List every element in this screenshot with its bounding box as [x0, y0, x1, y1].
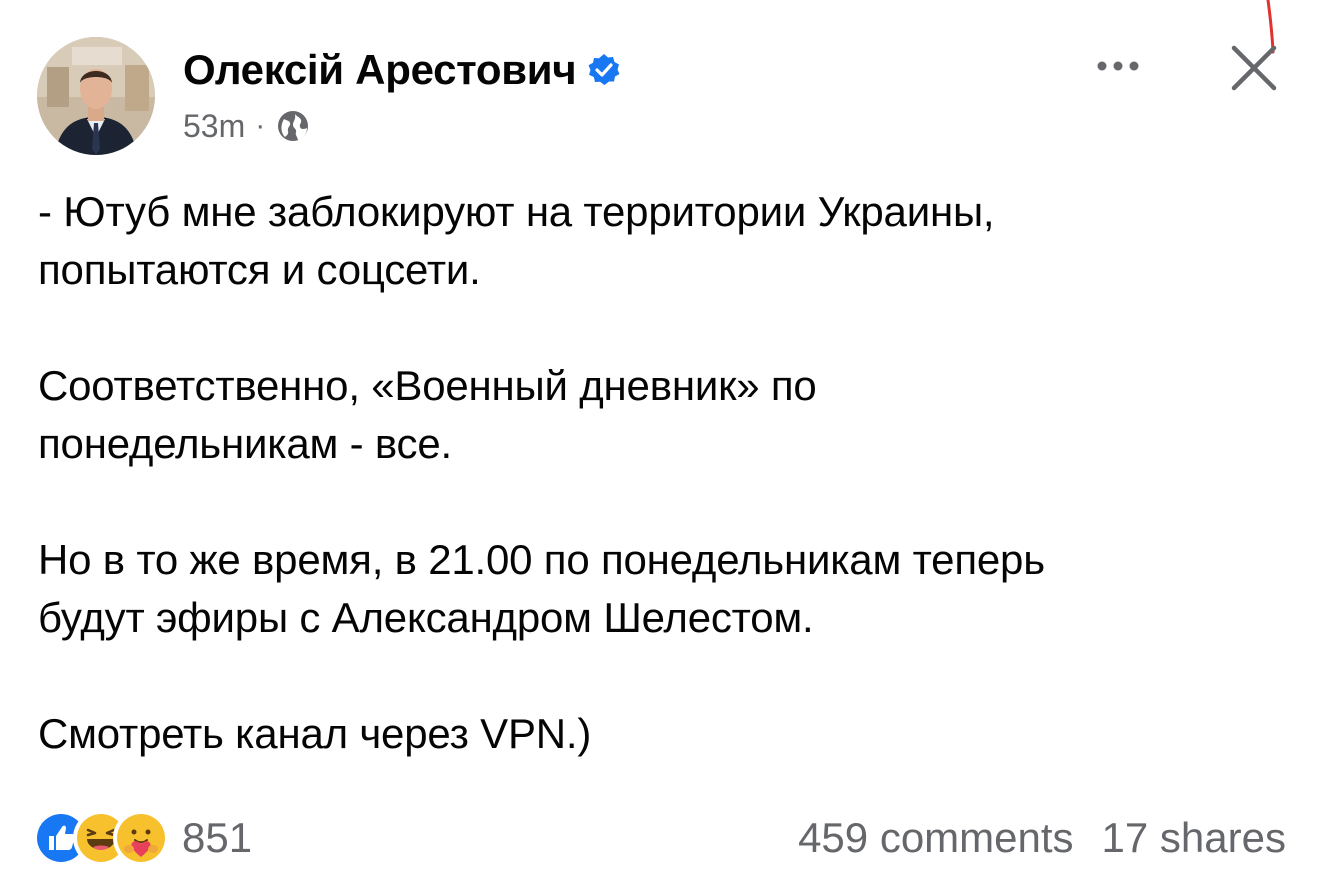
care-icon: [116, 813, 166, 863]
post-paragraph: Но в то же время, в 21.00 по понедельник…: [38, 536, 1045, 641]
reaction-icons: [36, 813, 166, 863]
profile-photo: [37, 37, 155, 155]
verified-badge-icon: [588, 54, 620, 85]
post-paragraph: - Ютуб мне заблокируют на территории Укр…: [38, 188, 995, 293]
comments-count[interactable]: 459 comments: [798, 814, 1073, 862]
reaction-count: 851: [182, 814, 253, 861]
author-avatar[interactable]: [37, 37, 155, 155]
meta-separator: ·: [255, 109, 266, 142]
author-name[interactable]: Олексій Арестович: [183, 46, 577, 94]
more-options-button[interactable]: [1090, 46, 1154, 86]
globe-icon[interactable]: [275, 108, 311, 144]
post-paragraph: Смотреть канал через VPN.): [38, 710, 592, 757]
reactions-summary[interactable]: 851: [36, 813, 252, 863]
author-name-row: Олексій Арестович: [183, 44, 622, 96]
post-meta: 53m ·: [183, 106, 311, 146]
post-body: - Ютуб мне заблокируют на территории Укр…: [38, 183, 1288, 763]
post-footer: 851 459 comments 17 shares: [36, 808, 1286, 868]
post-paragraph: Соответственно, «Военный дневник» по пон…: [38, 362, 817, 467]
engagement-stats: 459 comments 17 shares: [798, 814, 1286, 862]
post-timestamp[interactable]: 53m: [183, 108, 245, 145]
close-icon[interactable]: [1226, 40, 1282, 96]
facebook-post: Олексій Арестович 53m · - Ютуб мне забло…: [0, 0, 1320, 890]
shares-count[interactable]: 17 shares: [1102, 814, 1286, 862]
